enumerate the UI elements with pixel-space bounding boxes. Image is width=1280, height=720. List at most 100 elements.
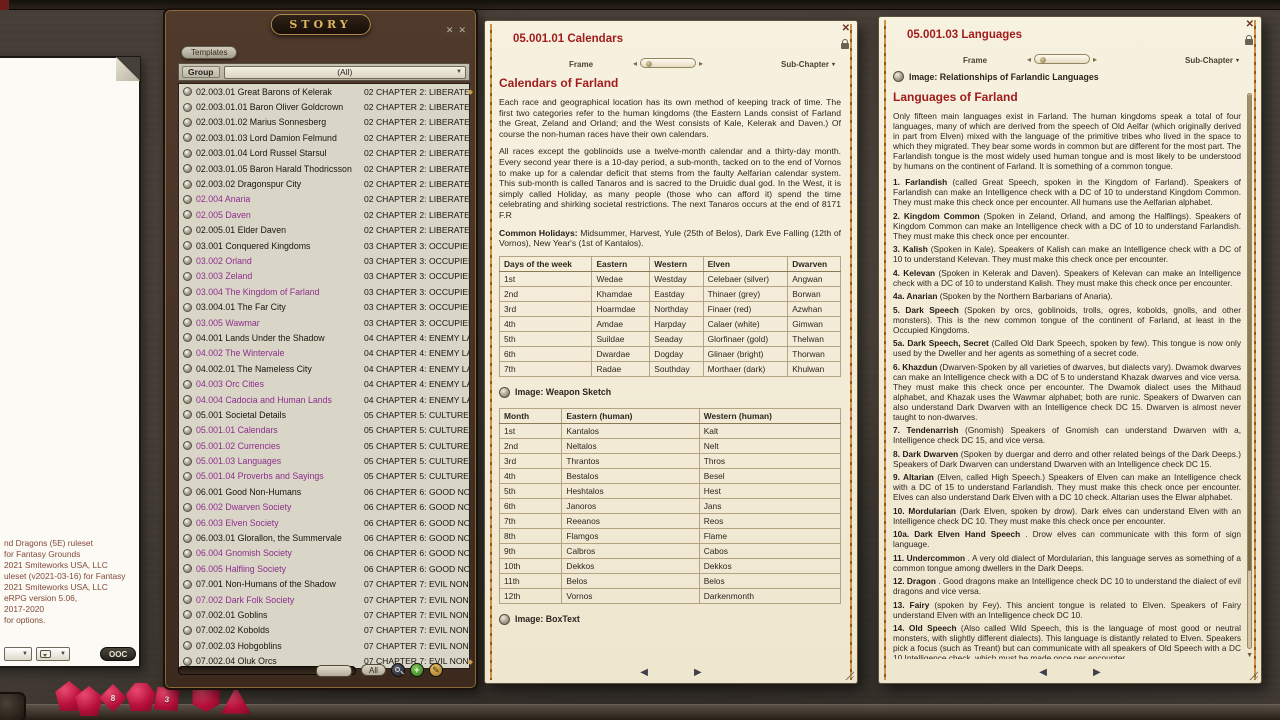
scroll-up-icon[interactable]: ◆ <box>468 88 473 96</box>
lock-icon[interactable] <box>1245 39 1253 45</box>
entry-title: 04.002 The Wintervale <box>196 348 364 358</box>
chat-mode-select[interactable]: ▼ <box>4 647 32 661</box>
table-header-cell: Days of the week <box>500 256 592 271</box>
list-item[interactable]: 02.003.01.02 Marius Sonnesberg 02 CHAPTE… <box>179 115 469 130</box>
story-entry-icon <box>183 272 192 281</box>
ooc-button[interactable]: OOC <box>100 647 136 661</box>
story-entry-icon <box>183 641 192 650</box>
entry-chapter: 05 CHAPTER 5: CULTURE & <box>364 410 469 420</box>
language-entry: 10. Mordularian (Dark Elven, spoken by d… <box>893 506 1241 526</box>
list-item[interactable]: 06.003 Elven Society 06 CHAPTER 6: GOOD … <box>179 515 469 530</box>
arrow-left-icon[interactable]: ◂ <box>633 59 637 68</box>
subchapter-control[interactable]: Sub-Chapter ▾ <box>1185 56 1239 65</box>
previous-page-button[interactable]: ◀ <box>1039 667 1047 678</box>
list-item[interactable]: 06.002 Dwarven Society 06 CHAPTER 6: GOO… <box>179 500 469 515</box>
table-row: 4thAmdaeHarpdayCalaer (white)Gimwan <box>500 316 841 331</box>
list-item[interactable]: 02.003.01.05 Baron Harald Thodricsson 02… <box>179 161 469 176</box>
table-cell: Glorfinaer (gold) <box>703 331 788 346</box>
arrow-left-icon[interactable]: ◂ <box>1027 55 1031 64</box>
frame-slider[interactable]: ◂ ▸ <box>633 58 703 68</box>
next-page-button[interactable]: ▶ <box>694 667 702 678</box>
list-scroll-slider[interactable] <box>178 666 356 675</box>
lock-icon[interactable] <box>841 43 849 49</box>
fantasy-grounds-desktop: nd Dragons (5E) rulesetfor Fantasy Groun… <box>0 0 1280 720</box>
list-item[interactable]: 03.004.01 The Far City 03 CHAPTER 3: OCC… <box>179 299 469 314</box>
image-link-boxtext[interactable]: Image: BoxText <box>499 614 841 625</box>
frame-slider[interactable]: ◂ ▸ <box>1027 54 1097 64</box>
list-item[interactable]: 02.005.01 Elder Daven 02 CHAPTER 2: LIBE… <box>179 223 469 238</box>
die[interactable]: 8 <box>99 684 127 712</box>
arrow-right-icon[interactable]: ▸ <box>1093 55 1097 64</box>
list-item[interactable]: 07.002.03 Hobgoblins 07 CHAPTER 7: EVIL … <box>179 638 469 653</box>
filter-all-button[interactable]: All <box>361 664 386 676</box>
scrollbar[interactable] <box>1247 93 1252 649</box>
list-item[interactable]: 02.003.02 Dragonspur City 02 CHAPTER 2: … <box>179 176 469 191</box>
next-page-button[interactable]: ▶ <box>1093 667 1101 678</box>
close-icon[interactable]: ✕ <box>842 23 850 34</box>
search-button[interactable] <box>391 663 405 677</box>
close-icon[interactable]: ✕ <box>1246 19 1254 30</box>
image-link-label: Image: BoxText <box>515 614 580 624</box>
language-entry: 4a. Anarian (Spoken by the Northern Barb… <box>893 291 1241 301</box>
entry-title: 05.001 Societal Details <box>196 410 364 420</box>
slider-handle[interactable] <box>316 665 352 677</box>
image-link-language-relationships[interactable]: Image: Relationships of Farlandic Langua… <box>893 71 1241 82</box>
templates-button[interactable]: Templates <box>181 46 237 59</box>
image-link-weapon-sketch[interactable]: Image: Weapon Sketch <box>499 387 841 398</box>
story-entry-list[interactable]: 02.003.01 Great Barons of Kelerak 02 CHA… <box>178 83 470 669</box>
list-item[interactable]: 06.003.01 Glorallon, the Summervale 06 C… <box>179 530 469 545</box>
table-cell: Northday <box>650 301 703 316</box>
frame-slider-track[interactable] <box>1034 54 1090 64</box>
list-item[interactable]: 03.002 Orland 03 CHAPTER 3: OCCUPIED L <box>179 253 469 268</box>
list-item[interactable]: 03.005 Wawmar 03 CHAPTER 3: OCCUPIED L <box>179 315 469 330</box>
arrow-right-icon[interactable]: ▸ <box>699 59 703 68</box>
list-item[interactable]: 03.003 Zeland 03 CHAPTER 3: OCCUPIED L <box>179 269 469 284</box>
list-item[interactable]: 02.003.01.04 Lord Russel Starsul 02 CHAP… <box>179 146 469 161</box>
list-item[interactable]: 02.003.01.03 Lord Damion Felmund 02 CHAP… <box>179 130 469 145</box>
list-item[interactable]: 04.002.01 The Nameless City 04 CHAPTER 4… <box>179 361 469 376</box>
list-item[interactable]: 06.005 Halfling Society 06 CHAPTER 6: GO… <box>179 561 469 576</box>
group-select[interactable]: (All) ▼ <box>224 66 467 79</box>
edit-button[interactable]: ✎ <box>429 663 443 677</box>
slider-handle[interactable] <box>1040 57 1046 63</box>
list-item[interactable]: 05.001.01 Calendars 05 CHAPTER 5: CULTUR… <box>179 423 469 438</box>
add-entry-button[interactable]: + <box>410 663 424 677</box>
chat-emote-select[interactable]: ▼ <box>36 647 70 661</box>
group-filter-row: Group (All) ▼ <box>178 63 470 81</box>
close-icon[interactable]: ✕ <box>446 25 454 36</box>
modifier-box[interactable] <box>0 692 26 720</box>
list-item[interactable]: 07.002.02 Kobolds 07 CHAPTER 7: EVIL NON… <box>179 623 469 638</box>
image-link-label: Image: Weapon Sketch <box>515 387 611 397</box>
chevron-down-icon: ▼ <box>22 651 28 657</box>
list-item[interactable]: 04.004 Cadocia and Human Lands 04 CHAPTE… <box>179 392 469 407</box>
story-page-content: Calendars of Farland Each race and geogr… <box>499 75 841 659</box>
list-item[interactable]: 02.003.01 Great Barons of Kelerak 02 CHA… <box>179 84 469 99</box>
list-item[interactable]: 07.002.01 Goblins 07 CHAPTER 7: EVIL NON… <box>179 607 469 622</box>
frame-slider-track[interactable] <box>640 58 696 68</box>
previous-page-button[interactable]: ◀ <box>640 667 648 678</box>
close-icon[interactable]: ✕ <box>458 25 466 36</box>
list-item[interactable]: 06.001 Good Non-Humans 06 CHAPTER 6: GOO… <box>179 484 469 499</box>
scroll-down-icon[interactable]: ▼ <box>1246 652 1253 659</box>
list-item[interactable]: 02.005 Daven 02 CHAPTER 2: LIBERATED <box>179 207 469 222</box>
list-item[interactable]: 05.001.04 Proverbs and Sayings 05 CHAPTE… <box>179 469 469 484</box>
die[interactable] <box>126 682 156 712</box>
list-item[interactable]: 02.004 Anaria 02 CHAPTER 2: LIBERATED <box>179 192 469 207</box>
scrollbar-thumb[interactable] <box>1248 95 1251 571</box>
list-item[interactable]: 04.002 The Wintervale 04 CHAPTER 4: ENEM… <box>179 346 469 361</box>
list-item[interactable]: 05.001.02 Currencies 05 CHAPTER 5: CULTU… <box>179 438 469 453</box>
list-item[interactable]: 06.004 Gnomish Society 06 CHAPTER 6: GOO… <box>179 546 469 561</box>
list-item[interactable]: 02.003.01.01 Baron Oliver Goldcrown 02 C… <box>179 99 469 114</box>
list-item[interactable]: 07.002 Dark Folk Society 07 CHAPTER 7: E… <box>179 592 469 607</box>
slider-handle[interactable] <box>646 61 652 67</box>
list-item[interactable]: 05.001 Societal Details 05 CHAPTER 5: CU… <box>179 407 469 422</box>
list-item[interactable]: 05.001.03 Languages 05 CHAPTER 5: CULTUR… <box>179 453 469 468</box>
list-item[interactable]: 03.001 Conquered Kingdoms 03 CHAPTER 3: … <box>179 238 469 253</box>
list-item[interactable]: 04.003 Orc Cities 04 CHAPTER 4: ENEMY LA… <box>179 376 469 391</box>
entry-title: 05.001.02 Currencies <box>196 441 364 451</box>
list-item[interactable]: 03.004 The Kingdom of Farland 03 CHAPTER… <box>179 284 469 299</box>
list-item[interactable]: 04.001 Lands Under the Shadow 04 CHAPTER… <box>179 330 469 345</box>
subchapter-control[interactable]: Sub-Chapter ▾ <box>781 60 835 69</box>
list-item[interactable]: 07.001 Non-Humans of the Shadow 07 CHAPT… <box>179 577 469 592</box>
language-entry: 11. Undercommon . A very old dialect of … <box>893 553 1241 573</box>
